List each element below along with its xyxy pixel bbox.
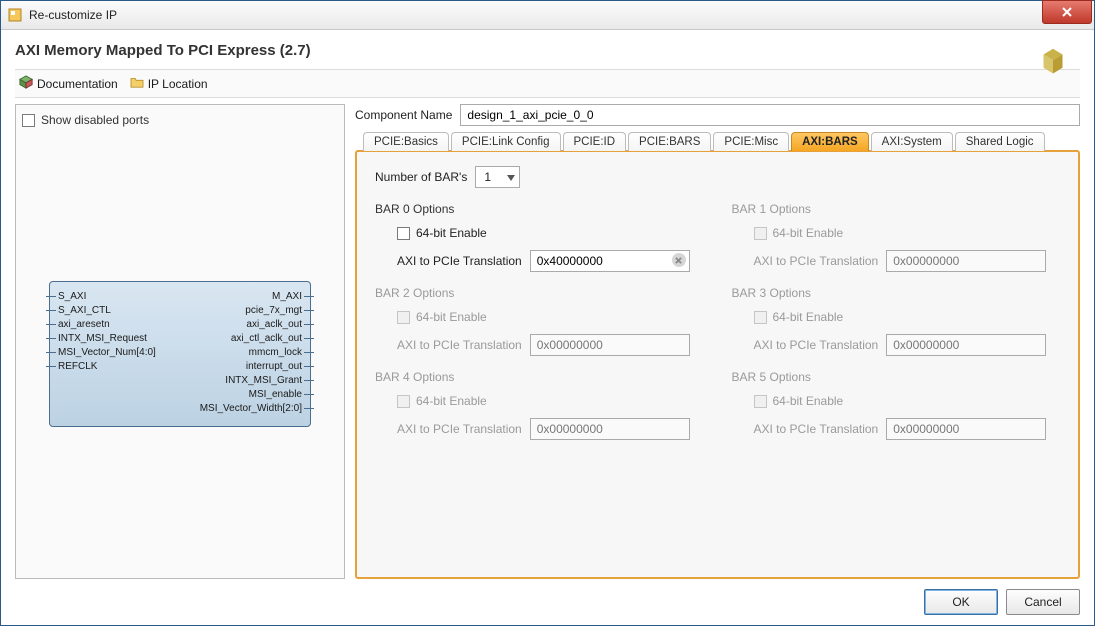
bar-1-title: BAR 1 Options bbox=[732, 202, 1061, 216]
port-right: INTX_MSI_Grant bbox=[225, 374, 304, 388]
bar-4-title: BAR 4 Options bbox=[375, 370, 704, 384]
bar-2-section: BAR 2 Options 64-bit Enable AXI to PCIe Tr… bbox=[375, 286, 704, 356]
bar-3-section: BAR 3 Options 64-bit Enable AXI to PCIe Tr… bbox=[732, 286, 1061, 356]
checkbox-icon bbox=[754, 395, 767, 408]
component-name-label: Component Name bbox=[355, 108, 452, 122]
enable64-label: 64-bit Enable bbox=[773, 310, 844, 324]
bar-1-translation-label: AXI to PCIe Translation bbox=[754, 254, 879, 268]
bar-0-64bit-enable[interactable]: 64-bit Enable bbox=[397, 226, 704, 240]
bar-1-translation-input bbox=[886, 250, 1046, 272]
toolbar: Documentation IP Location bbox=[15, 69, 1080, 98]
app-icon bbox=[7, 7, 23, 23]
bar-0-section: BAR 0 Options 64-bit Enable AXI to PCIe Tr… bbox=[375, 202, 704, 272]
bar-0-translation-input[interactable] bbox=[530, 250, 690, 272]
tab-pcie-basics[interactable]: PCIE:Basics bbox=[363, 132, 449, 151]
enable64-label: 64-bit Enable bbox=[416, 310, 487, 324]
port-left: S_AXI_CTL bbox=[56, 304, 156, 318]
bar-4-section: BAR 4 Options 64-bit Enable AXI to PCIe Tr… bbox=[375, 370, 704, 440]
window-title: Re-customize IP bbox=[29, 8, 1042, 22]
documentation-label: Documentation bbox=[37, 77, 118, 91]
ip-location-label: IP Location bbox=[148, 77, 208, 91]
tab-pcie-link-config[interactable]: PCIE:Link Config bbox=[451, 132, 561, 151]
checkbox-icon bbox=[397, 395, 410, 408]
bar-5-64bit-enable: 64-bit Enable bbox=[754, 394, 1061, 408]
show-disabled-ports-checkbox[interactable]: Show disabled ports bbox=[22, 111, 338, 135]
port-right: M_AXI bbox=[272, 290, 304, 304]
port-left: S_AXI bbox=[56, 290, 156, 304]
close-button[interactable] bbox=[1042, 0, 1092, 24]
port-left: MSI_Vector_Num[4:0] bbox=[56, 346, 156, 360]
bar-3-translation-input bbox=[886, 334, 1046, 356]
bar-2-translation-label: AXI to PCIe Translation bbox=[397, 338, 522, 352]
bar-5-section: BAR 5 Options 64-bit Enable AXI to PCIe Tr… bbox=[732, 370, 1061, 440]
port-right: axi_ctl_aclk_out bbox=[231, 332, 304, 346]
bar-5-translation-label: AXI to PCIe Translation bbox=[754, 422, 879, 436]
cancel-button[interactable]: Cancel bbox=[1006, 589, 1080, 615]
tab-axi-bars[interactable]: AXI:BARS bbox=[791, 132, 869, 151]
tab-shared-logic[interactable]: Shared Logic bbox=[955, 132, 1045, 151]
port-right: MSI_Vector_Width[2:0] bbox=[200, 402, 304, 416]
num-bars-label: Number of BAR's bbox=[375, 170, 467, 184]
bar-4-translation-label: AXI to PCIe Translation bbox=[397, 422, 522, 436]
checkbox-icon bbox=[397, 311, 410, 324]
bar-1-64bit-enable: 64-bit Enable bbox=[754, 226, 1061, 240]
vendor-logo-icon bbox=[1034, 45, 1072, 86]
bar-3-64bit-enable: 64-bit Enable bbox=[754, 310, 1061, 324]
clear-icon[interactable] bbox=[672, 253, 686, 267]
bar-0-title: BAR 0 Options bbox=[375, 202, 704, 216]
ip-location-link[interactable]: IP Location bbox=[126, 74, 212, 93]
enable64-label: 64-bit Enable bbox=[773, 226, 844, 240]
tab-axi-system[interactable]: AXI:System bbox=[871, 132, 953, 151]
bar-3-title: BAR 3 Options bbox=[732, 286, 1061, 300]
bar-4-64bit-enable: 64-bit Enable bbox=[397, 394, 704, 408]
tab-content-axi-bars: Number of BAR's 1 BAR 0 Options 64-bit En… bbox=[355, 150, 1080, 579]
port-right: mmcm_lock bbox=[249, 346, 304, 360]
bar-5-translation-input bbox=[886, 418, 1046, 440]
bar-2-translation-input bbox=[530, 334, 690, 356]
tab-pcie-misc[interactable]: PCIE:Misc bbox=[713, 132, 789, 151]
preview-pane: Show disabled ports S_AXIS_AXI_CTLaxi_ar… bbox=[15, 104, 345, 579]
bar-1-section: BAR 1 Options 64-bit Enable AXI to PCIe Tr… bbox=[732, 202, 1061, 272]
chevron-down-icon bbox=[507, 170, 515, 184]
bar-2-title: BAR 2 Options bbox=[375, 286, 704, 300]
component-name-input[interactable] bbox=[460, 104, 1080, 126]
port-right: pcie_7x_mgt bbox=[245, 304, 304, 318]
page-title: AXI Memory Mapped To PCI Express (2.7) bbox=[15, 42, 1080, 59]
tab-bar: PCIE:BasicsPCIE:Link ConfigPCIE:IDPCIE:B… bbox=[355, 132, 1080, 151]
bar-2-64bit-enable: 64-bit Enable bbox=[397, 310, 704, 324]
folder-icon bbox=[130, 76, 144, 91]
port-left: axi_aresetn bbox=[56, 318, 156, 332]
checkbox-icon bbox=[397, 227, 410, 240]
port-right: MSI_enable bbox=[249, 388, 304, 402]
enable64-label: 64-bit Enable bbox=[773, 394, 844, 408]
tab-pcie-id[interactable]: PCIE:ID bbox=[563, 132, 627, 151]
bar-0-translation-label: AXI to PCIe Translation bbox=[397, 254, 522, 268]
checkbox-icon bbox=[754, 227, 767, 240]
tab-pcie-bars[interactable]: PCIE:BARS bbox=[628, 132, 711, 151]
bar-5-title: BAR 5 Options bbox=[732, 370, 1061, 384]
bar-4-translation-input bbox=[530, 418, 690, 440]
num-bars-value: 1 bbox=[484, 170, 491, 184]
port-right: interrupt_out bbox=[246, 360, 304, 374]
titlebar[interactable]: Re-customize IP bbox=[1, 1, 1094, 30]
documentation-link[interactable]: Documentation bbox=[15, 73, 122, 94]
checkbox-icon bbox=[22, 114, 35, 127]
checkbox-icon bbox=[754, 311, 767, 324]
bar-3-translation-label: AXI to PCIe Translation bbox=[754, 338, 879, 352]
port-left: INTX_MSI_Request bbox=[56, 332, 156, 346]
ok-button[interactable]: OK bbox=[924, 589, 998, 615]
num-bars-select[interactable]: 1 bbox=[475, 166, 520, 188]
port-right: axi_aclk_out bbox=[246, 318, 304, 332]
enable64-label: 64-bit Enable bbox=[416, 394, 487, 408]
port-left: REFCLK bbox=[56, 360, 156, 374]
ip-block-diagram: S_AXIS_AXI_CTLaxi_aresetnINTX_MSI_Reques… bbox=[49, 281, 311, 427]
enable64-label: 64-bit Enable bbox=[416, 226, 487, 240]
show-disabled-label: Show disabled ports bbox=[41, 113, 149, 127]
cube-icon bbox=[19, 75, 33, 92]
